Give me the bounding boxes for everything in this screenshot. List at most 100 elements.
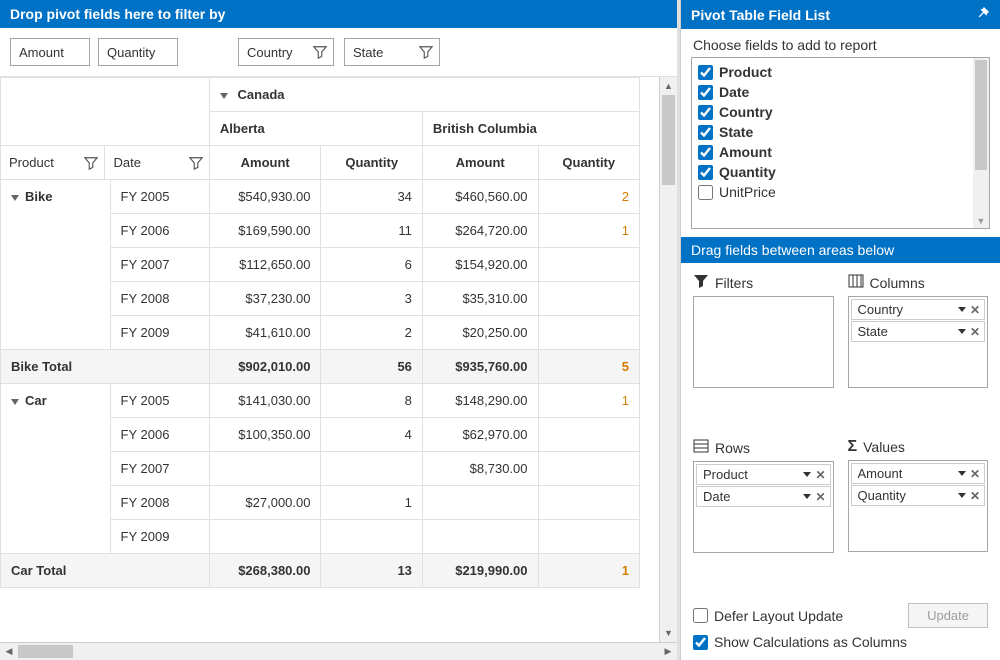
column-field-country[interactable]: Country (238, 38, 334, 66)
value-cell[interactable]: 1 (538, 384, 639, 418)
fieldlist-scrollbar[interactable]: ▼ (973, 58, 989, 228)
column-field-state[interactable]: State (344, 38, 440, 66)
filter-icon[interactable] (189, 156, 203, 170)
value-cell[interactable]: $264,720.00 (422, 214, 538, 248)
field-checkbox-date[interactable]: Date (696, 82, 985, 102)
update-button[interactable]: Update (908, 603, 988, 628)
date-cell[interactable]: FY 2007 (110, 452, 209, 486)
filter-icon[interactable] (313, 45, 327, 59)
row-field-date[interactable]: Date (105, 145, 208, 179)
value-cell[interactable] (538, 520, 639, 554)
date-cell[interactable]: FY 2005 (110, 180, 209, 214)
remove-icon[interactable]: ✕ (970, 303, 980, 317)
value-cell[interactable] (321, 520, 422, 554)
area-item-product[interactable]: Product✕ (696, 464, 831, 485)
defer-layout-checkbox[interactable]: Defer Layout Update (693, 608, 843, 624)
value-cell[interactable]: 6 (321, 248, 422, 282)
product-cell[interactable]: Bike (1, 180, 111, 350)
horizontal-scrollbar[interactable]: ◀ ▶ (0, 642, 677, 660)
scroll-down-arrow[interactable]: ▼ (660, 624, 677, 642)
area-item-state[interactable]: State✕ (851, 321, 986, 342)
value-cell[interactable]: $20,250.00 (422, 316, 538, 350)
date-cell[interactable]: FY 2008 (110, 486, 209, 520)
area-item-amount[interactable]: Amount✕ (851, 463, 986, 484)
area-item-quantity[interactable]: Quantity✕ (851, 485, 986, 506)
chevron-down-icon[interactable] (958, 471, 966, 476)
value-cell[interactable]: 11 (321, 214, 422, 248)
scroll-up-arrow[interactable]: ▲ (660, 77, 677, 95)
chevron-down-icon[interactable] (11, 195, 19, 201)
scroll-left-arrow[interactable]: ◀ (0, 643, 18, 660)
field-checkbox-state[interactable]: State (696, 122, 985, 142)
chevron-down-icon[interactable] (958, 307, 966, 312)
value-cell[interactable]: 2 (321, 316, 422, 350)
date-cell[interactable]: FY 2006 (110, 418, 209, 452)
value-cell[interactable]: $112,650.00 (209, 248, 321, 282)
value-cell[interactable]: $460,560.00 (422, 180, 538, 214)
date-cell[interactable]: FY 2008 (110, 282, 209, 316)
value-cell[interactable]: 5 (538, 350, 639, 384)
value-cell[interactable]: $27,000.00 (209, 486, 321, 520)
value-cell[interactable]: $148,290.00 (422, 384, 538, 418)
remove-icon[interactable]: ✕ (970, 467, 980, 481)
area-item-country[interactable]: Country✕ (851, 299, 986, 320)
remove-icon[interactable]: ✕ (970, 489, 980, 503)
filter-drop-header[interactable]: Drop pivot fields here to filter by (0, 0, 677, 28)
value-field-amount[interactable]: Amount (10, 38, 90, 66)
columns-dropzone[interactable]: Country✕State✕ (848, 296, 989, 388)
scroll-thumb[interactable] (662, 95, 675, 185)
value-cell[interactable] (538, 452, 639, 486)
value-cell[interactable]: $37,230.00 (209, 282, 321, 316)
value-field-quantity[interactable]: Quantity (98, 38, 178, 66)
scroll-thumb[interactable] (18, 645, 73, 658)
value-cell[interactable] (422, 486, 538, 520)
field-checkbox-country[interactable]: Country (696, 102, 985, 122)
chevron-down-icon[interactable] (11, 399, 19, 405)
scroll-down-arrow[interactable]: ▼ (973, 214, 989, 228)
field-checkbox-quantity[interactable]: Quantity (696, 162, 985, 182)
chevron-down-icon[interactable] (958, 329, 966, 334)
value-cell[interactable] (538, 418, 639, 452)
row-field-product[interactable]: Product (1, 145, 105, 179)
filters-dropzone[interactable] (693, 296, 834, 388)
value-cell[interactable] (538, 282, 639, 316)
state-header-alberta[interactable]: Alberta (209, 112, 422, 146)
filter-icon[interactable] (419, 45, 433, 59)
value-cell[interactable]: $902,010.00 (209, 350, 321, 384)
date-cell[interactable]: FY 2007 (110, 248, 209, 282)
value-cell[interactable] (209, 452, 321, 486)
value-cell[interactable]: $62,970.00 (422, 418, 538, 452)
value-cell[interactable]: 13 (321, 554, 422, 588)
remove-icon[interactable]: ✕ (815, 468, 825, 482)
value-cell[interactable]: 2 (538, 180, 639, 214)
field-checkbox-amount[interactable]: Amount (696, 142, 985, 162)
value-cell[interactable] (538, 248, 639, 282)
country-header[interactable]: Canada (209, 78, 639, 112)
show-calc-checkbox[interactable]: Show Calculations as Columns (693, 634, 988, 650)
field-checkbox-unitprice[interactable]: UnitPrice (696, 182, 985, 202)
date-cell[interactable]: FY 2009 (110, 316, 209, 350)
value-cell[interactable] (538, 316, 639, 350)
value-cell[interactable]: $540,930.00 (209, 180, 321, 214)
state-header-british-columbia[interactable]: British Columbia (422, 112, 639, 146)
value-cell[interactable]: 4 (321, 418, 422, 452)
value-cell[interactable]: $141,030.00 (209, 384, 321, 418)
value-cell[interactable]: $35,310.00 (422, 282, 538, 316)
value-cell[interactable]: $41,610.00 (209, 316, 321, 350)
value-cell[interactable]: 34 (321, 180, 422, 214)
value-cell[interactable] (321, 452, 422, 486)
chevron-down-icon[interactable] (803, 472, 811, 477)
value-cell[interactable] (209, 520, 321, 554)
value-cell[interactable]: 1 (538, 214, 639, 248)
rows-dropzone[interactable]: Product✕Date✕ (693, 461, 834, 553)
filter-icon[interactable] (84, 156, 98, 170)
date-cell[interactable]: FY 2006 (110, 214, 209, 248)
values-dropzone[interactable]: Amount✕Quantity✕ (848, 460, 989, 552)
chevron-down-icon[interactable] (958, 493, 966, 498)
vertical-scrollbar[interactable]: ▲ ▼ (659, 77, 677, 642)
value-cell[interactable]: $100,350.00 (209, 418, 321, 452)
remove-icon[interactable]: ✕ (815, 490, 825, 504)
value-cell[interactable] (422, 520, 538, 554)
field-checkbox-product[interactable]: Product (696, 62, 985, 82)
value-cell[interactable]: $169,590.00 (209, 214, 321, 248)
